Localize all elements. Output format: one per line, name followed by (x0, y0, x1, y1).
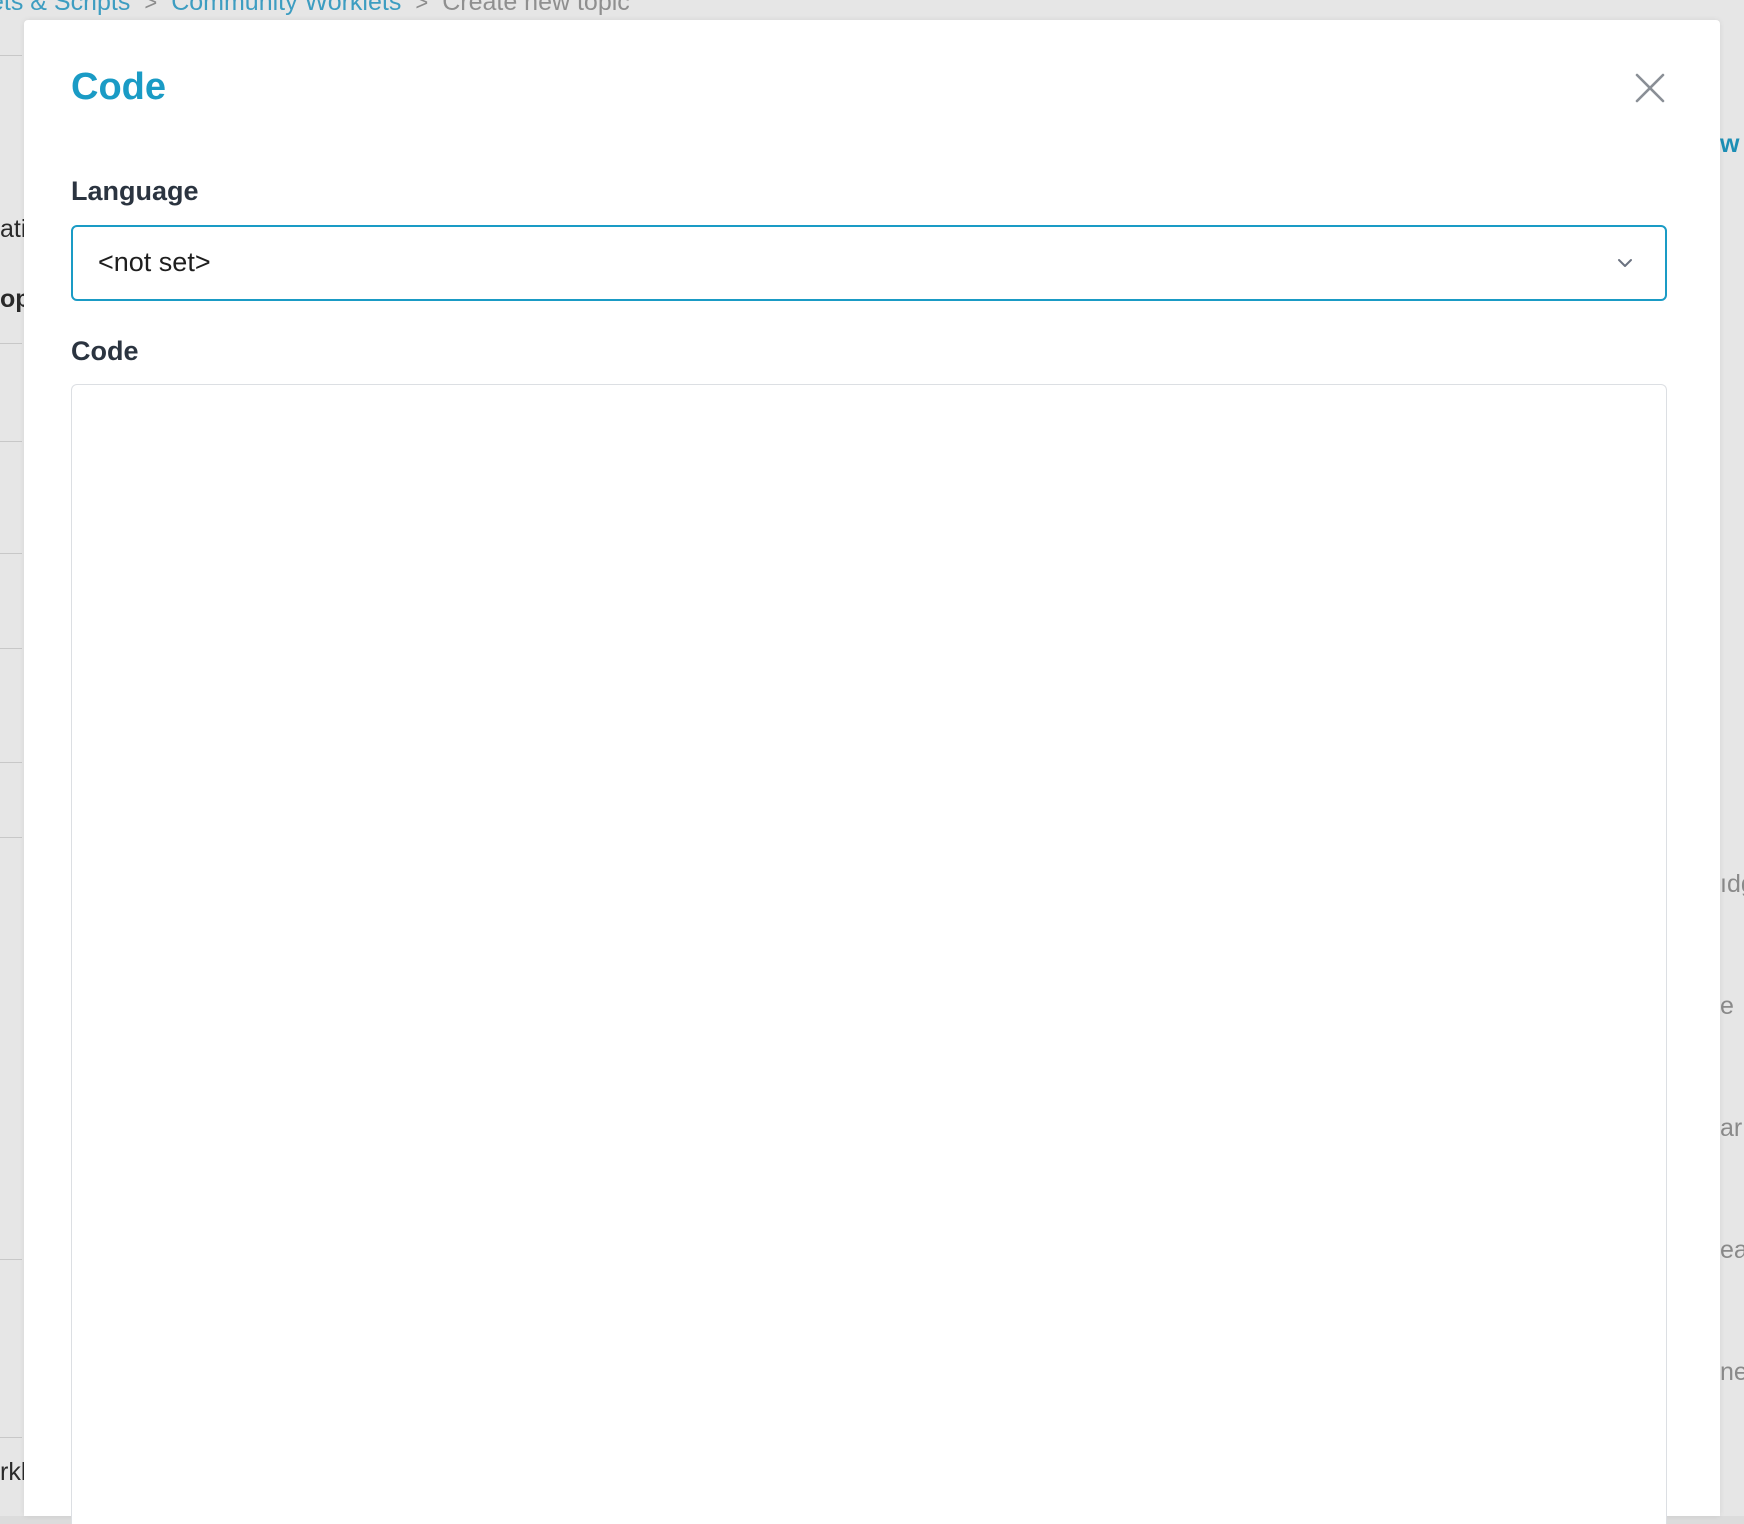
divider (0, 343, 22, 344)
language-select-value: <not set> (98, 247, 211, 277)
background-right-text: ne (1720, 1358, 1744, 1386)
background-right-text: ea (1720, 1236, 1744, 1264)
divider (0, 553, 22, 554)
language-select[interactable]: <not set> (71, 225, 1667, 301)
divider (0, 648, 22, 649)
breadcrumb-item-community-worklets[interactable]: Community Worklets (171, 0, 401, 16)
breadcrumb-item-scripts[interactable]: ets & Scripts (0, 0, 130, 16)
divider (0, 55, 22, 56)
divider (0, 1437, 22, 1438)
close-icon (1635, 73, 1665, 103)
breadcrumb-current: Create new topic (442, 0, 630, 16)
language-label: Language (71, 176, 199, 206)
divider (0, 1259, 22, 1260)
background-left-column: atio op rkl (0, 55, 40, 1516)
breadcrumb: ets & Scripts > Community Worklets > Create … (0, 0, 630, 17)
divider (0, 441, 22, 442)
background-left-text: rkl (0, 1458, 27, 1486)
background-right-text: ıdg (1720, 870, 1744, 898)
breadcrumb-separator: > (144, 0, 158, 15)
code-input[interactable] (71, 384, 1667, 1524)
background-right-text: e (1720, 992, 1734, 1020)
code-dialog: Code Language <not set> Code (24, 20, 1720, 1524)
code-label: Code (71, 336, 139, 366)
dialog-title: Code (71, 66, 166, 108)
background-right-text: ar (1720, 1114, 1743, 1142)
divider (0, 762, 22, 763)
background-right-text: w (1720, 130, 1740, 158)
close-button[interactable] (1628, 66, 1672, 110)
divider (0, 837, 22, 838)
chevron-down-icon (1618, 259, 1632, 267)
breadcrumb-separator: > (415, 0, 429, 15)
